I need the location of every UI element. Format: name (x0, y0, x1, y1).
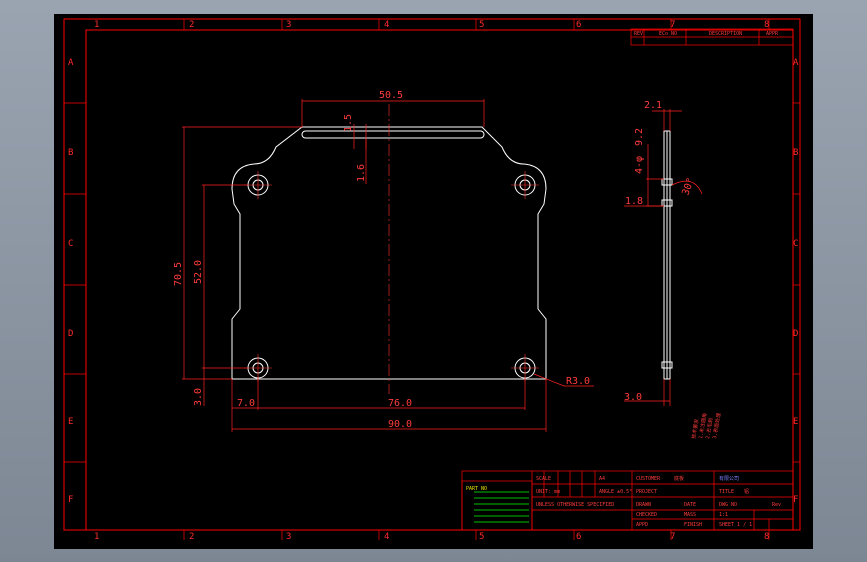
description-header: DESCRIPTION (709, 31, 742, 37)
dim-hole-offset-v: 3.0 (193, 388, 204, 406)
dim-side-2: 4-φ (634, 156, 645, 174)
row-label: A (793, 58, 799, 68)
eco-header: ECo NO (659, 31, 677, 37)
row-label: A (68, 58, 74, 68)
col-label: 6 (576, 20, 581, 30)
row-label: F (68, 495, 73, 505)
tb-scale: 1:1 (719, 512, 728, 518)
row-label: D (793, 329, 798, 339)
col-label: 4 (384, 20, 389, 30)
tb-approved: APPD (636, 522, 648, 528)
col-label: 7 (670, 532, 675, 542)
tb-part-name: 底板 (674, 475, 684, 482)
dim-side-bottom: 3.0 (624, 392, 642, 403)
dim-corner-radius: R3.0 (566, 376, 590, 387)
tb-rev: Rev (772, 502, 781, 508)
tb-sheet: SHEET 1 / 1 (719, 522, 752, 528)
row-labels-left: A B C D E F (68, 58, 74, 505)
mounting-holes (247, 174, 536, 379)
col-label: 4 (384, 532, 389, 542)
col-label: 1 (94, 532, 99, 542)
dim-top-width: 50.5 (379, 90, 403, 101)
dimension-lines (182, 99, 594, 432)
tb-angle: ANGLE ±0.5° (599, 489, 632, 495)
col-label: 5 (479, 20, 484, 30)
tb-finish: FINISH (684, 522, 702, 528)
tb-scale-label: SCALE (536, 476, 551, 482)
tb-date: DATE (684, 502, 696, 508)
title-block: PART NO SCALE A4 UNIT: mm ANGLE ±0.5° UN… (461, 470, 794, 531)
top-zone-ruler (183, 19, 770, 540)
dim-hole-spacing-h: 76.0 (388, 398, 412, 409)
col-label: 3 (286, 20, 291, 30)
col-label: 5 (479, 532, 484, 542)
dim-slot-width: 1.5 (343, 114, 354, 132)
dim-side-thickness: 2.1 (644, 100, 662, 111)
tb-desc: TITLE (719, 489, 734, 495)
column-labels-bottom: 1 2 3 4 5 6 7 8 (94, 532, 769, 542)
tb-tolerance: UNLESS OTHERWISE SPECIFIED (536, 502, 614, 508)
drawing-viewport[interactable]: 1 2 3 4 5 6 7 8 1 2 3 4 5 6 7 8 A B C D … (54, 14, 813, 549)
revision-table: REV ECo NO DESCRIPTION APPR (630, 28, 794, 46)
side-view-texts: 2.1 9.2 4-φ 30° 1.8 3.0 (624, 100, 697, 403)
tb-proj: PROJECT (636, 489, 657, 495)
row-label: B (793, 148, 798, 158)
row-labels-right: A B C D E F (793, 58, 799, 505)
tb-size: A4 (599, 476, 605, 482)
tb-drawn: DRAWN (636, 502, 651, 508)
tb-company: 有限公司 (719, 475, 739, 482)
rev-header: REV (634, 31, 643, 37)
dim-overall-width: 90.0 (388, 419, 412, 430)
col-label: 3 (286, 532, 291, 542)
row-label: C (793, 239, 798, 249)
row-label: E (68, 417, 73, 427)
dim-hole-spacing-v: 52.0 (193, 260, 204, 284)
parts-list: PART NO (461, 480, 533, 531)
row-label: D (68, 329, 73, 339)
col-label: 6 (576, 532, 581, 542)
dim-overall-height: 70.5 (173, 262, 184, 286)
tb-checked: CHECKED (636, 512, 657, 518)
row-label: C (68, 239, 73, 249)
tb-units: UNIT: mm (536, 489, 560, 495)
row-label: E (793, 417, 798, 427)
tb-customer: CUSTOMER (636, 476, 661, 482)
dim-side-angle: 30° (680, 176, 697, 197)
col-label: 1 (94, 20, 99, 30)
dim-side-3: 1.8 (625, 196, 643, 207)
technical-notes: 技术要求 1.未注圆角 2.去毛刺 3.表面处理 (690, 412, 722, 439)
row-label: B (68, 148, 73, 158)
row-label: F (793, 495, 798, 505)
center-lines (244, 104, 539, 394)
tb-mass: MASS (684, 512, 696, 518)
tb-dwg-no: DWG NO (719, 502, 737, 508)
col-label: 8 (764, 20, 769, 30)
dim-slot-depth: 1.6 (356, 164, 367, 182)
side-view (624, 109, 703, 406)
col-label: 8 (764, 532, 769, 542)
dim-side-1: 9.2 (634, 128, 645, 146)
tb-material: 铝 (744, 488, 749, 495)
col-label: 2 (189, 20, 194, 30)
column-labels-top: 1 2 3 4 5 6 7 8 (94, 20, 769, 30)
parts-list-header: PART NO (466, 486, 487, 492)
appr-header: APPR (766, 31, 779, 37)
dim-hole-offset-h: 7.0 (237, 398, 255, 409)
col-label: 2 (189, 532, 194, 542)
col-label: 7 (670, 20, 675, 30)
